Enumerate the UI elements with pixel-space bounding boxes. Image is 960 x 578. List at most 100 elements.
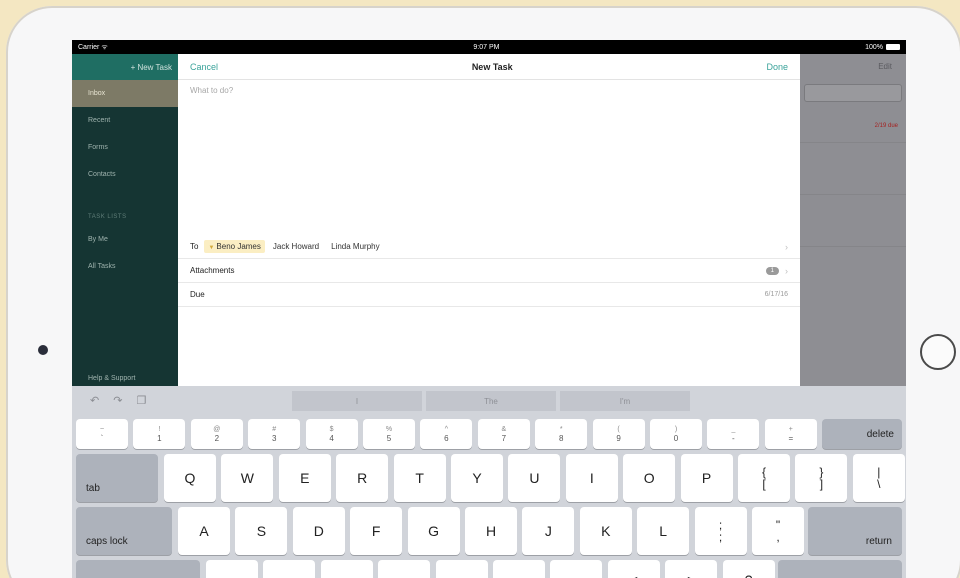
letter-key[interactable]: P [680, 454, 733, 502]
letter-key[interactable] [263, 560, 316, 578]
letter-key[interactable]: H [465, 507, 517, 555]
tab-key[interactable]: tab [76, 454, 158, 502]
sidebar-item-by-me[interactable]: By Me [72, 226, 178, 253]
number-key[interactable]: ~ ` [76, 419, 128, 449]
symbol-key[interactable]: < [607, 560, 660, 578]
key-bottom-char: 3 [271, 434, 277, 443]
number-key[interactable]: #3 [248, 419, 301, 449]
letter-key[interactable]: D [292, 507, 345, 555]
sidebar-item-forms[interactable]: Forms [72, 134, 178, 161]
key-bottom-char: 0 [673, 434, 679, 443]
suggestion[interactable]: The [426, 391, 556, 411]
redo-icon[interactable]: ↷ [113, 394, 122, 407]
home-button[interactable] [920, 334, 956, 370]
sidebar-item-recent[interactable]: Recent [72, 107, 178, 134]
key-bottom-char: 4 [329, 434, 334, 443]
letter-key[interactable] [435, 560, 488, 578]
paste-icon[interactable]: ❐ [136, 394, 146, 407]
letter-key[interactable]: W [221, 454, 274, 502]
letter-key[interactable]: Q [164, 454, 216, 502]
right-shift-key[interactable] [778, 560, 902, 578]
chevron-right-icon: › [785, 241, 788, 252]
number-key[interactable]: ^ 6 [420, 419, 473, 449]
letter-key[interactable]: K [579, 507, 632, 555]
letter-key[interactable] [550, 560, 603, 578]
key-bottom-char: ` [100, 434, 104, 443]
number-key[interactable]: + = [764, 419, 817, 449]
symbol-key[interactable]: > [665, 560, 718, 578]
letter-key[interactable]: Y [451, 454, 503, 502]
dimmed-task-list: Edit 2/19 due [800, 54, 906, 386]
key-top-char: & [501, 426, 507, 433]
recipients-row[interactable]: To ▼ Beno James Jack Howard Linda Murphy … [178, 235, 800, 259]
attachments-row[interactable]: Attachments 1 › [178, 259, 800, 283]
number-key[interactable]: & 7 [477, 419, 530, 449]
symbol-key[interactable]: }] [795, 454, 848, 502]
sidebar-item-contacts[interactable]: Contacts [72, 161, 178, 188]
delete-key[interactable]: delete [822, 419, 902, 449]
left-shift-key[interactable] [76, 560, 200, 578]
letter-key[interactable]: G [407, 507, 460, 555]
key-top-char: ! [158, 426, 161, 433]
cancel-button[interactable]: Cancel [190, 62, 218, 72]
number-key[interactable]: _ - [707, 419, 760, 449]
search-field[interactable] [804, 84, 902, 102]
sidebar-item-all-tasks[interactable]: All Tasks [72, 253, 178, 280]
symbol-key[interactable]: {[ [738, 454, 790, 502]
symbol-key[interactable]: ", [752, 507, 804, 555]
caps-lock-label: caps lock [86, 536, 128, 547]
key-top-char: + [788, 426, 793, 433]
number-key[interactable]: % 5 [363, 419, 415, 449]
recipient-chip[interactable]: ▼ Beno James [204, 240, 265, 253]
sidebar-item-inbox[interactable]: Inbox [72, 80, 178, 107]
number-key[interactable]: ) 0 [650, 419, 702, 449]
number-key[interactable]: @2 [190, 419, 243, 449]
suggestion[interactable]: I [292, 391, 422, 411]
suggestion[interactable]: I'm [560, 391, 690, 411]
symbol-key[interactable]: | \ [852, 454, 905, 502]
letter-key[interactable]: J [522, 507, 575, 555]
help-support-link[interactable]: Help & Support [88, 375, 135, 382]
key-bottom-char: ; [718, 530, 723, 544]
done-button[interactable]: Done [766, 62, 788, 72]
letter-key[interactable]: R [336, 454, 389, 502]
overdue-label: 2/19 due [874, 123, 898, 129]
attachments-label: Attachments [190, 266, 235, 275]
symbol-key[interactable]: ? [722, 560, 775, 578]
task-description-input[interactable] [178, 80, 800, 230]
letter-key[interactable]: F [350, 507, 403, 555]
key-bottom-char: 7 [501, 434, 507, 443]
recipient-chip[interactable]: Jack Howard [269, 240, 323, 253]
number-key[interactable]: * 8 [535, 419, 588, 449]
divider [800, 246, 906, 247]
number-key[interactable]: $4 [305, 419, 358, 449]
letter-key[interactable]: T [393, 454, 446, 502]
key-bottom-char: - [732, 434, 735, 443]
letter-key[interactable]: O [623, 454, 676, 502]
letter-key[interactable]: A [178, 507, 230, 555]
letter-key[interactable] [378, 560, 431, 578]
edit-button[interactable]: Edit [878, 62, 892, 71]
letter-key[interactable]: L [637, 507, 690, 555]
key-bottom-char: 5 [386, 434, 392, 443]
letter-key[interactable]: E [278, 454, 331, 502]
recipient-chip[interactable]: Linda Murphy [327, 240, 383, 253]
letter-key[interactable]: I [565, 454, 618, 502]
status-bar: Carrier ᯤ 9:07 PM 100% [72, 40, 906, 54]
due-date-value: 6/17/16 [764, 291, 788, 298]
new-task-button[interactable]: + New Task [72, 54, 178, 80]
letter-key[interactable]: U [508, 454, 561, 502]
letter-key[interactable] [493, 560, 545, 578]
number-key[interactable]: ! 1 [133, 419, 186, 449]
letter-key[interactable] [320, 560, 373, 578]
number-key[interactable]: (9 [592, 419, 645, 449]
letter-key[interactable] [206, 560, 258, 578]
key-top-char: _ [731, 426, 736, 433]
due-row[interactable]: Due 6/17/16 [178, 283, 800, 307]
return-key[interactable]: return [808, 507, 902, 555]
caps-lock-key[interactable]: caps lock [76, 507, 172, 555]
symbol-key[interactable]: ;; [694, 507, 747, 555]
letter-key[interactable]: S [235, 507, 288, 555]
to-label: To [190, 242, 199, 251]
undo-icon[interactable]: ↶ [90, 394, 99, 407]
